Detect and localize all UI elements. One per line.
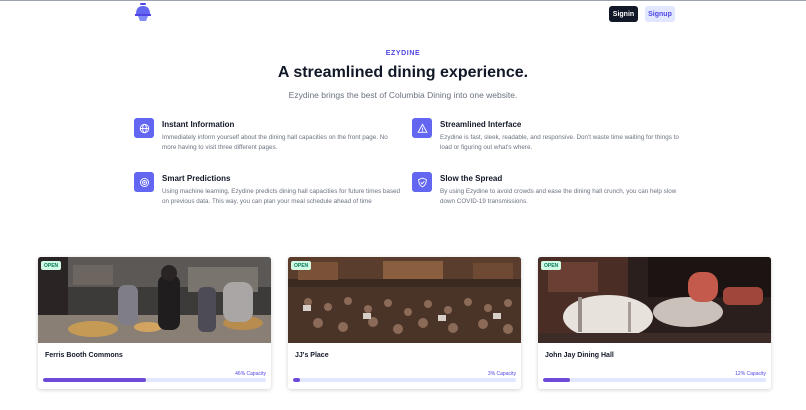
signup-button[interactable]: Signup xyxy=(645,6,675,22)
capacity-bar-fill xyxy=(293,378,300,382)
status-badge: OPEN xyxy=(41,261,62,270)
triangle-icon xyxy=(412,118,432,138)
dining-hall-card-john-jay[interactable]: OPEN John Jay Dining Hall 12% Capacity xyxy=(538,257,771,389)
signin-button[interactable]: Signin xyxy=(609,6,638,22)
shield-icon xyxy=(412,172,432,192)
capacity-label: 3% Capacity xyxy=(487,371,516,377)
dining-hall-name: JJ's Place xyxy=(295,352,329,359)
food-cloche-icon[interactable] xyxy=(133,3,153,22)
status-badge: OPEN xyxy=(541,261,562,270)
dining-hall-name: John Jay Dining Hall xyxy=(545,352,614,359)
dining-hall-card-ferris-booth[interactable]: OPEN Ferris Booth Commons 46% Capacity xyxy=(38,257,271,389)
feature-title: Streamlined Interface xyxy=(440,120,522,129)
feature-title: Slow the Spread xyxy=(440,174,503,183)
globe-icon xyxy=(134,118,154,138)
dining-hall-card-jjs-place[interactable]: OPEN JJ's Place 3% Capacity xyxy=(288,257,521,389)
feature-title: Instant Information xyxy=(162,120,235,129)
dining-hall-photo: OPEN xyxy=(38,257,271,343)
capacity-bar-fill xyxy=(43,378,146,382)
dining-hall-photo: OPEN xyxy=(538,257,771,343)
feature-title: Smart Predictions xyxy=(162,174,231,183)
capacity-bar-fill xyxy=(543,378,570,382)
top-nav: Signin Signup xyxy=(0,1,806,27)
capacity-bar xyxy=(293,378,516,382)
capacity-label: 12% Capacity xyxy=(735,371,766,377)
brand-eyebrow: EZYDINE xyxy=(385,50,421,57)
page-subtitle: Ezydine brings the best of Columbia Dini… xyxy=(288,90,518,100)
feature-description: By using Ezydine to avoid crowds and eas… xyxy=(440,188,677,205)
target-icon xyxy=(134,172,154,192)
feature-description: Using machine learning, Ezydine predicts… xyxy=(162,188,401,205)
status-badge: OPEN xyxy=(291,261,312,270)
feature-description: Immediately inform yourself about the di… xyxy=(162,134,388,151)
dining-hall-name: Ferris Booth Commons xyxy=(45,352,123,359)
capacity-bar xyxy=(43,378,266,382)
page-title: A streamlined dining experience. xyxy=(277,64,529,81)
dining-hall-photo: OPEN xyxy=(288,257,521,343)
capacity-bar xyxy=(543,378,766,382)
feature-description: Ezydine is fast, sleek, readable, and re… xyxy=(440,134,679,151)
capacity-label: 46% Capacity xyxy=(235,371,266,377)
